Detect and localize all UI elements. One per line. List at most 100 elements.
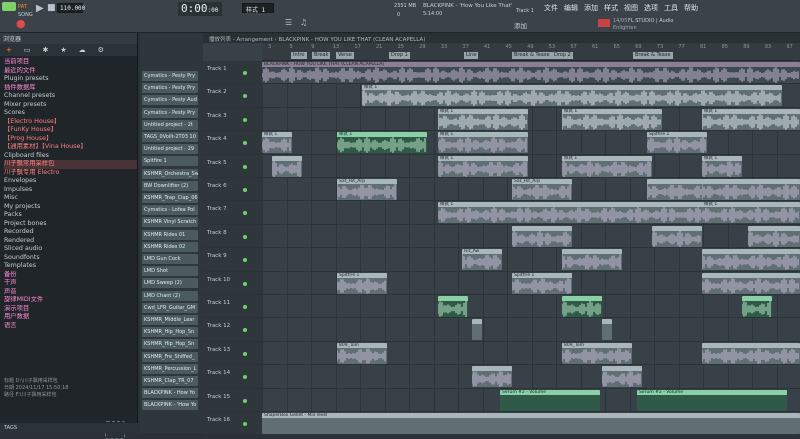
browser-item[interactable]: Plugin presets <box>4 75 137 84</box>
time-marker[interactable]: Intro <box>291 52 307 59</box>
picker-clip[interactable]: Untitled project - 2t <box>142 119 198 130</box>
picker-clip[interactable]: LMD Shot <box>142 266 198 277</box>
browser-item[interactable]: 演示项目 <box>4 305 137 314</box>
browser-item[interactable]: Clipboard files <box>4 152 137 161</box>
track-enable-icon[interactable] <box>243 398 247 403</box>
browser-item[interactable]: Mixer presets <box>4 101 137 110</box>
browser-item[interactable]: 干声 <box>4 279 137 288</box>
pat-mode-label[interactable]: PAT <box>18 4 27 10</box>
menu-view[interactable]: 视图 <box>624 3 638 13</box>
time-marker[interactable]: Verse <box>336 52 354 59</box>
browser-item[interactable]: 备份 <box>4 271 137 280</box>
pattern-clip[interactable] <box>702 272 800 294</box>
browser-item[interactable]: 【Prog House】 <box>4 135 137 144</box>
picker-clip[interactable]: KSHMR Rides 02 <box>142 241 198 252</box>
picker-clip[interactable]: Cymatics - Lofea Pol <box>142 205 198 216</box>
piano-roll-icon[interactable]: ♫ <box>300 18 307 27</box>
tempo-display[interactable]: 110.000 <box>57 3 85 13</box>
picker-clip[interactable]: KSHMR_Clap_TR_07 <box>142 376 198 386</box>
stop-icon[interactable]: ■ <box>47 3 56 13</box>
pattern-clip[interactable]: 样式 1 <box>262 132 292 154</box>
pattern-clip[interactable] <box>512 225 572 247</box>
picker-clip[interactable]: TAGS_0Voilt-2T03 10 <box>142 132 198 142</box>
pattern-clip[interactable] <box>472 319 482 341</box>
picker-clip[interactable]: KSHMR_Hip_Hop_Sn <box>142 339 198 350</box>
picker-clip[interactable]: Cymatics - Pesty Pry <box>142 83 198 94</box>
time-marker[interactable]: Drop 1 <box>389 52 410 59</box>
track-enable-icon[interactable] <box>243 422 247 426</box>
timeline-ruler[interactable]: 3 5 9 13 17 21 25 29 33 37 41 45 49 53 57 61 65 69 73 77 81 8… <box>262 43 800 61</box>
pattern-clip[interactable]: 样式 1 <box>562 155 652 177</box>
track-enable-icon[interactable] <box>243 281 247 286</box>
track-label[interactable]: Track 14 <box>203 365 262 388</box>
picker-clip[interactable]: KSHMR_Fre_Shiffed_ <box>142 351 198 362</box>
browser-item[interactable]: Channel presets <box>4 92 137 101</box>
picker-clip[interactable]: KSHMR Rides 01 <box>142 229 198 240</box>
browser-item[interactable]: Soundfonts <box>4 254 137 263</box>
track-label[interactable]: Track 4 <box>203 131 262 154</box>
picker-clip[interactable]: BW Downlifter (2) <box>142 180 198 191</box>
track-enable-icon[interactable] <box>243 164 247 169</box>
browser-item[interactable]: 语言 <box>4 322 137 331</box>
picker-clip[interactable]: Untitled project - 29 <box>142 144 198 155</box>
automation-clip[interactable]: 样式 1 <box>337 132 427 154</box>
browser-item[interactable]: 声音 <box>4 288 137 297</box>
pattern-clip[interactable]: ShaperBox Gellet - Mix level <box>262 413 800 434</box>
track-enable-icon[interactable] <box>243 234 247 239</box>
track-enable-icon[interactable] <box>243 117 247 122</box>
track-label[interactable]: Track 1 <box>203 61 262 84</box>
browser-item[interactable]: 当前项目 <box>4 58 137 67</box>
pattern-clip[interactable]: Sat_Hit_Arp <box>337 179 397 200</box>
pattern-clip[interactable]: Sat_Hit_Arp <box>512 179 572 200</box>
browser-plugin-icon[interactable]: ✱ <box>43 46 49 54</box>
browser-item[interactable]: 川子飘常用采样包 <box>4 160 137 169</box>
record-icon[interactable]: ● <box>16 17 26 30</box>
fl-logo[interactable] <box>2 2 16 11</box>
track-label[interactable]: Track 13 <box>203 341 262 365</box>
pattern-clip[interactable]: 样式 1 <box>438 155 528 177</box>
browser-folder-icon[interactable]: ▭ <box>24 46 31 54</box>
track-label[interactable]: Track 12 <box>203 318 262 341</box>
track-label[interactable]: Track 11 <box>203 295 262 318</box>
browser-item[interactable]: Scores <box>4 109 137 118</box>
pattern-clip[interactable]: 809_Tom <box>562 342 632 364</box>
play-icon[interactable]: ▶ <box>36 3 44 14</box>
pattern-clip[interactable]: 样式 1 <box>438 108 528 130</box>
browser-item[interactable]: 【Electro House】 <box>4 118 137 127</box>
pattern-clip[interactable]: 样式 1 <box>702 202 800 224</box>
track-enable-icon[interactable] <box>243 71 247 75</box>
browser-settings-icon[interactable]: ⚙ <box>98 46 104 54</box>
pattern-clip[interactable]: 样式 1 <box>702 108 800 130</box>
picker-clip[interactable]: BLACKPINK - How Yo <box>142 388 198 399</box>
picker-clip[interactable]: KSHMR_Percussion_L <box>142 363 198 374</box>
time-marker[interactable]: Drop 2 <box>552 52 573 59</box>
pattern-clip[interactable]: Hit_Aw <box>462 249 502 271</box>
pattern-clip[interactable] <box>702 342 800 364</box>
browser-item[interactable]: 川子飘专用 Electro <box>4 169 137 178</box>
browser-item[interactable]: 【通用素材】【Vina House】 <box>4 143 137 152</box>
track-label[interactable]: Track 5 <box>203 154 262 177</box>
menu-add[interactable]: 添加 <box>584 3 598 13</box>
picker-clip[interactable]: KSHMR_Orchestra_Sw <box>142 168 198 179</box>
track-label[interactable]: Track 9 <box>203 248 262 271</box>
pattern-clip[interactable]: Spitfire 1 <box>337 272 387 294</box>
browser-item[interactable]: Impulses <box>4 186 137 195</box>
automation-clip[interactable] <box>562 296 602 317</box>
browser-item[interactable]: Misc <box>4 194 137 203</box>
time-marker[interactable]: Break & Tease <box>512 52 552 59</box>
pattern-clip[interactable]: 809_Tom <box>337 342 387 364</box>
track-label[interactable]: Track 3 <box>203 107 262 131</box>
track-label[interactable]: Track 6 <box>203 178 262 201</box>
pattern-clip[interactable] <box>647 179 707 200</box>
picker-clip[interactable]: Spitfire 1 <box>142 156 198 167</box>
track-label[interactable]: Track 10 <box>203 271 262 294</box>
pattern-clip[interactable] <box>702 249 800 271</box>
pattern-clip[interactable] <box>702 179 800 200</box>
browser-item[interactable]: 【FunKy House】 <box>4 126 137 135</box>
menu-tools[interactable]: 工具 <box>664 3 678 13</box>
browser-item[interactable]: Recorded <box>4 228 137 237</box>
automation-clip[interactable] <box>438 296 468 317</box>
menu-options[interactable]: 选项 <box>644 3 658 13</box>
pattern-clip[interactable]: 样式 1 <box>362 85 782 107</box>
track-label[interactable]: Track 16 <box>203 412 262 435</box>
